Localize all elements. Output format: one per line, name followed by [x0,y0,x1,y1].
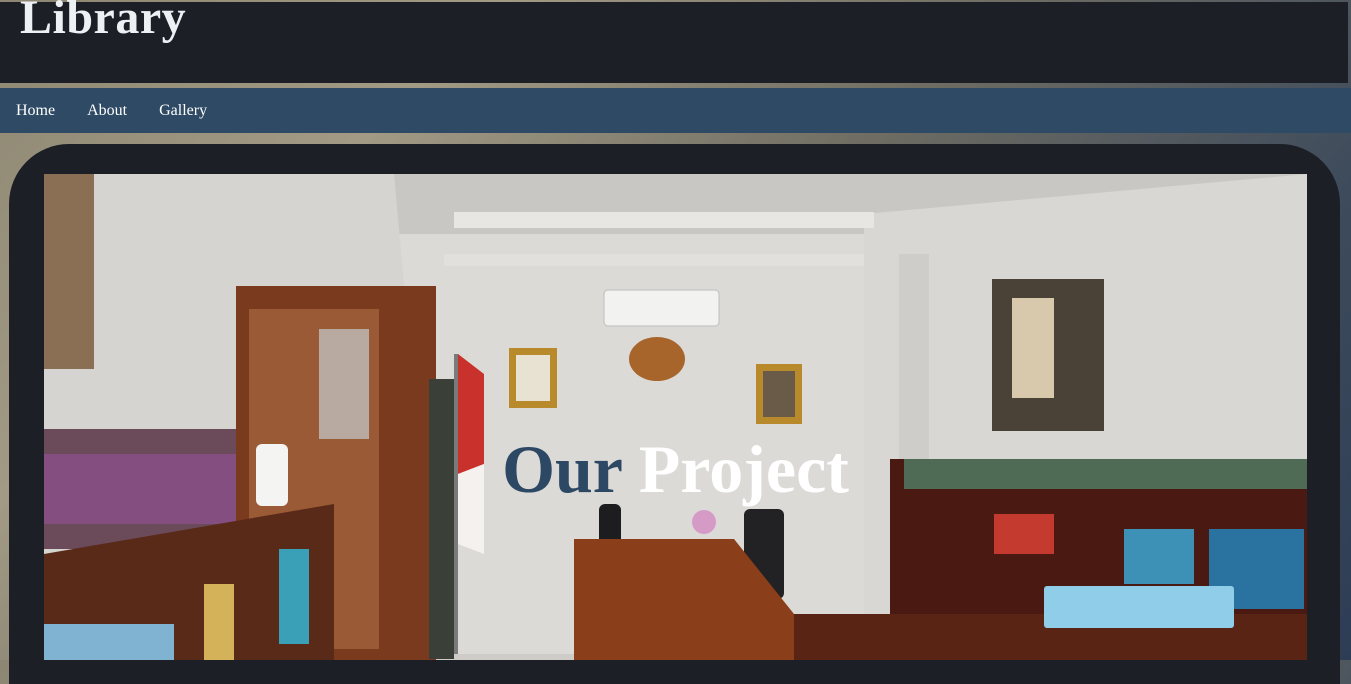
main-nav: Home About Gallery [0,88,1351,133]
site-title: Library [20,0,187,44]
nav-item-gallery[interactable]: Gallery [159,102,207,120]
library-room-photo [44,174,1307,660]
hero-title: Our Project [0,430,1351,509]
hero-title-word-2: Project [638,431,849,507]
hero-title-word-1: Our [502,431,622,507]
site-header: Library [0,0,1348,83]
nav-item-about[interactable]: About [87,102,127,120]
nav-item-home[interactable]: Home [16,102,55,120]
